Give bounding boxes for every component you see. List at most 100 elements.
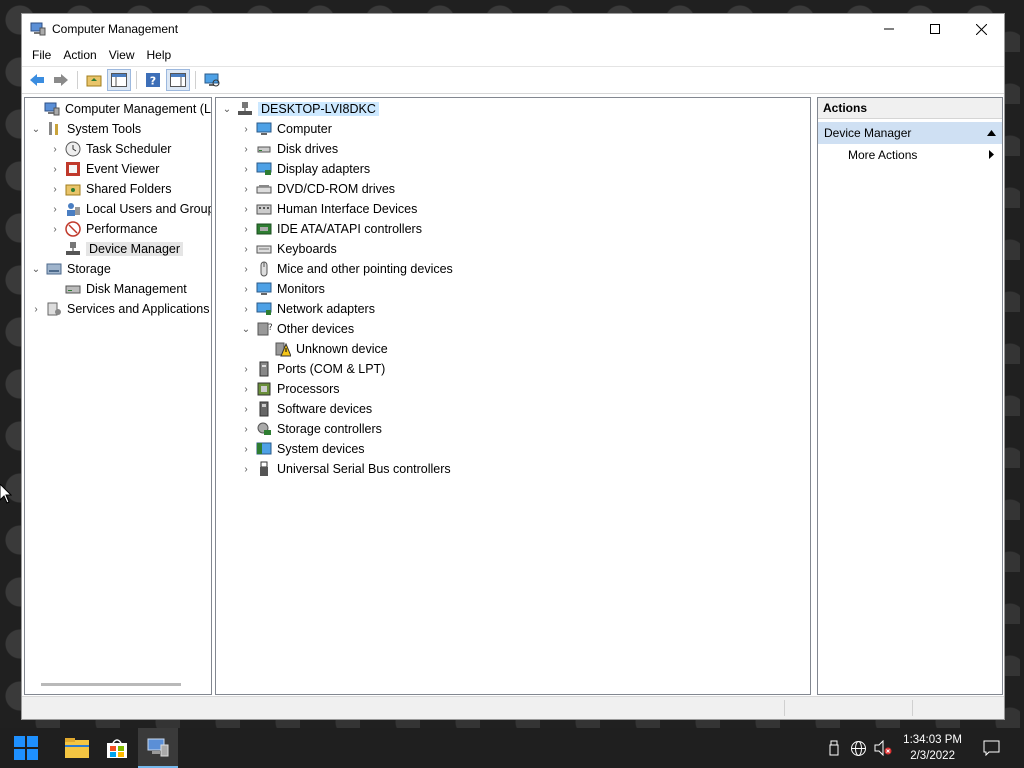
show-hide-console-tree-button[interactable] (107, 69, 131, 91)
chevron-right-icon[interactable]: › (239, 222, 253, 236)
chevron-right-icon[interactable]: › (239, 282, 253, 296)
close-button[interactable] (958, 14, 1004, 44)
chevron-down-icon[interactable]: ⌄ (29, 122, 43, 136)
network-globe-icon[interactable] (850, 740, 867, 757)
clock-date: 2/3/2022 (910, 750, 955, 762)
chevron-right-icon[interactable]: › (239, 242, 253, 256)
up-one-level-button[interactable] (83, 70, 105, 90)
chevron-right-icon[interactable]: › (239, 462, 253, 476)
taskbar-clock[interactable]: 1:34:03 PM 2/3/2022 (903, 732, 962, 764)
device-category-processors[interactable]: › Processors (239, 379, 340, 399)
device-category-monitors[interactable]: › Monitors (239, 279, 325, 299)
back-arrow-icon (30, 74, 44, 86)
scan-hardware-button[interactable] (201, 70, 223, 90)
device-category-label: Processors (277, 382, 340, 396)
show-hide-action-pane-button[interactable] (166, 69, 190, 91)
device-category-network-adapters[interactable]: › Network adapters (239, 299, 375, 319)
device-category-label: System devices (277, 442, 365, 456)
device-unknown-device[interactable]: Unknown device (258, 339, 388, 359)
tree-item-storage[interactable]: ⌄ Storage (29, 259, 111, 279)
computer-management-icon (44, 102, 60, 116)
chevron-right-icon[interactable]: › (239, 402, 253, 416)
title-bar[interactable]: Computer Management (22, 14, 1004, 44)
tree-item-services[interactable]: › Services and Applications (29, 299, 209, 319)
chevron-right-icon[interactable]: › (239, 122, 253, 136)
menu-view[interactable]: View (103, 48, 141, 62)
computer-management-taskbar-button[interactable] (138, 728, 178, 768)
more-actions-item[interactable]: More Actions (818, 144, 1002, 166)
tree-label: Storage (67, 262, 111, 276)
toolbar-separator (136, 71, 137, 89)
device-category-universal-serial-bus-controllers[interactable]: › Universal Serial Bus controllers (239, 459, 451, 479)
device-category-ide-ata-atapi-controllers[interactable]: › IDE ATA/ATAPI controllers (239, 219, 422, 239)
menu-action[interactable]: Action (57, 48, 102, 62)
device-category-storage-controllers[interactable]: › Storage controllers (239, 419, 382, 439)
store-taskbar-button[interactable] (97, 728, 137, 768)
help-button[interactable]: ? (142, 70, 164, 90)
console-tree-icon (111, 73, 127, 87)
chevron-right-icon[interactable]: › (48, 162, 62, 176)
chevron-right-icon[interactable]: › (239, 422, 253, 436)
file-explorer-taskbar-button[interactable] (57, 728, 97, 768)
device-category-disk-drives[interactable]: › Disk drives (239, 139, 338, 159)
device-category-computer[interactable]: › Computer (239, 119, 332, 139)
maximize-button[interactable] (912, 14, 958, 44)
chevron-right-icon[interactable]: › (48, 182, 62, 196)
device-category-other-devices[interactable]: ⌄? Other devices (239, 319, 354, 339)
chevron-right-icon[interactable]: › (239, 202, 253, 216)
monitor-icon (256, 282, 272, 295)
device-tree-pane[interactable]: ⌄ DESKTOP-LVI8DKC › Computer › Disk drives ›… (215, 97, 811, 695)
menu-file[interactable]: File (26, 48, 57, 62)
chevron-down-icon[interactable]: ⌄ (220, 102, 234, 116)
actions-group-device-manager[interactable]: Device Manager (818, 122, 1002, 144)
minimize-button[interactable] (866, 14, 912, 44)
toolbar: ? (22, 66, 1004, 94)
horizontal-scrollbar[interactable] (41, 683, 181, 686)
tree-item-shared-folders[interactable]: › Shared Folders (48, 179, 171, 199)
tree-item-event-viewer[interactable]: › Event Viewer (48, 159, 159, 179)
tree-item-system-tools[interactable]: ⌄ System Tools (29, 119, 141, 139)
device-category-keyboards[interactable]: › Keyboards (239, 239, 336, 259)
volume-muted-icon[interactable] (874, 740, 892, 756)
chevron-right-icon[interactable]: › (239, 182, 253, 196)
start-button[interactable] (6, 728, 46, 768)
device-category-display-adapters[interactable]: › Display adapters (239, 159, 370, 179)
chevron-right-icon[interactable]: › (239, 362, 253, 376)
notification-center-icon[interactable] (983, 740, 1000, 756)
chevron-right-icon[interactable]: › (239, 262, 253, 276)
chevron-down-icon[interactable]: ⌄ (239, 322, 253, 336)
chevron-down-icon[interactable]: ⌄ (29, 262, 43, 276)
chevron-right-icon[interactable]: › (239, 442, 253, 456)
device-category-human-interface-devices[interactable]: › Human Interface Devices (239, 199, 417, 219)
device-category-software-devices[interactable]: › Software devices (239, 399, 372, 419)
tree-item-disk-management[interactable]: Disk Management (48, 279, 187, 299)
keyboard-icon (256, 245, 272, 254)
forward-button[interactable] (50, 70, 72, 90)
chevron-right-icon[interactable]: › (239, 162, 253, 176)
collapse-up-icon[interactable] (987, 130, 996, 136)
device-category-mice-and-other-pointing-devices[interactable]: › Mice and other pointing devices (239, 259, 453, 279)
usb-device-icon[interactable] (828, 740, 840, 756)
tree-item-local-users[interactable]: › Local Users and Groups (48, 199, 211, 219)
chevron-right-icon[interactable]: › (239, 142, 253, 156)
tree-label: Shared Folders (86, 182, 172, 196)
menu-help[interactable]: Help (141, 48, 178, 62)
chevron-right-icon[interactable]: › (239, 382, 253, 396)
chevron-right-icon[interactable]: › (48, 142, 62, 156)
device-root[interactable]: ⌄ DESKTOP-LVI8DKC (220, 99, 379, 119)
chevron-right-icon[interactable]: › (48, 202, 62, 216)
tree-item-device-manager[interactable]: Device Manager (48, 239, 184, 259)
chevron-right-icon[interactable]: › (239, 302, 253, 316)
tree-root[interactable]: Computer Management (Local) (27, 99, 211, 119)
network-adapter-icon (256, 302, 272, 315)
tree-item-performance[interactable]: › Performance (48, 219, 158, 239)
console-tree-pane[interactable]: Computer Management (Local) ⌄ System Too… (24, 97, 212, 695)
chevron-right-icon[interactable]: › (48, 222, 62, 236)
device-category-dvd-cd-rom-drives[interactable]: › DVD/CD-ROM drives (239, 179, 395, 199)
chevron-right-icon[interactable]: › (29, 302, 43, 316)
tree-item-task-scheduler[interactable]: › Task Scheduler (48, 139, 171, 159)
back-button[interactable] (26, 70, 48, 90)
actions-pane: Actions Device Manager More Actions (817, 97, 1003, 695)
device-category-ports-com-lpt[interactable]: › Ports (COM & LPT) (239, 359, 385, 379)
device-category-system-devices[interactable]: › System devices (239, 439, 365, 459)
